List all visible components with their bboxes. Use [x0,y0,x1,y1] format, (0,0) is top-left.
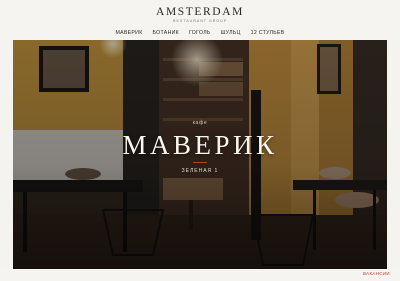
logo-subtitle: RESTAURANT GROUP [172,19,228,23]
title-underline [193,162,207,164]
hero-banner: кафе МАВЕРИК Зеленая 1 [13,40,387,269]
hero-title: МАВЕРИК [122,130,278,160]
hero-address: Зеленая 1 [181,168,219,174]
footer-bar: Вакансии [0,269,400,281]
hero-eyebrow: кафе [192,120,208,126]
hero-overlay: кафе МАВЕРИК Зеленая 1 [13,40,387,269]
main-nav: Маверик Ботаник Гоголь Шульц 12 Стульев [0,27,400,39]
nav-item-maverick[interactable]: Маверик [116,27,143,39]
nav-item-12-chairs[interactable]: 12 Стульев [251,27,285,39]
nav-item-botanik[interactable]: Ботаник [153,27,179,39]
logo[interactable]: AMSTERDAM RESTAURANT GROUP [0,6,400,24]
nav-item-schultz[interactable]: Шульц [221,27,241,39]
vacancies-link[interactable]: Вакансии [363,271,390,276]
nav-item-gogol[interactable]: Гоголь [189,27,211,39]
logo-title[interactable]: AMSTERDAM [0,6,400,18]
site-header: AMSTERDAM RESTAURANT GROUP Маверик Ботан… [0,0,400,40]
